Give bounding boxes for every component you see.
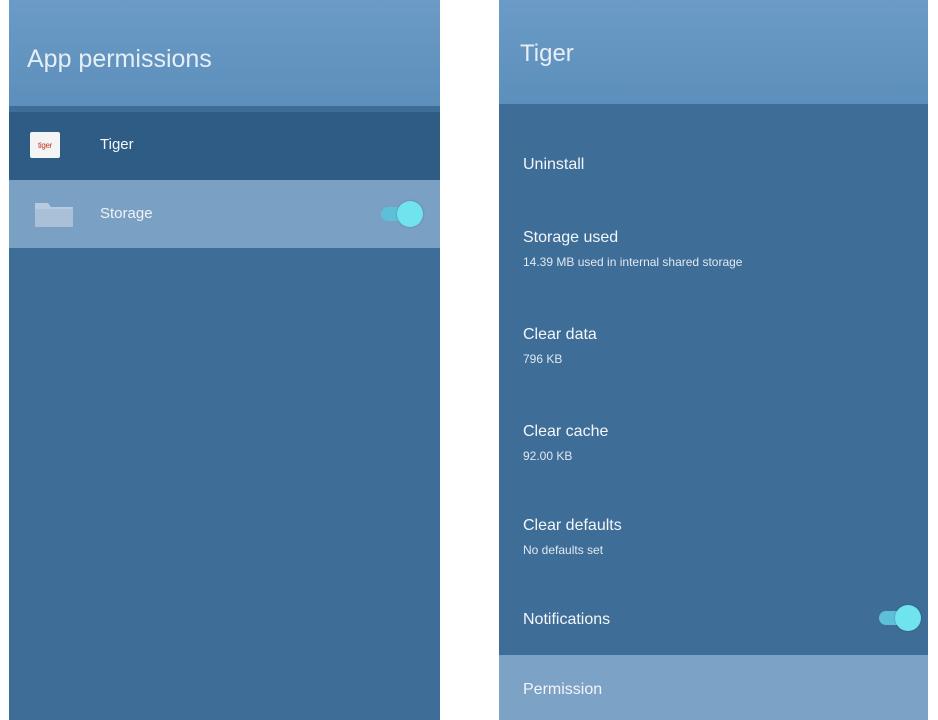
app-info-title: Tiger bbox=[520, 40, 574, 67]
page-title: App permissions bbox=[27, 45, 212, 73]
storage-used-label: Storage used bbox=[523, 229, 619, 246]
clear-cache-item[interactable]: Clear cache 92.00 KB bbox=[523, 423, 928, 463]
app-row-tiger[interactable]: tiger Tiger bbox=[9, 112, 440, 180]
storage-permission-row[interactable]: Storage bbox=[9, 180, 440, 248]
toggle-knob bbox=[397, 201, 423, 227]
tiger-app-icon: tiger bbox=[30, 132, 60, 158]
toggle-knob bbox=[895, 605, 921, 631]
clear-data-label: Clear data bbox=[523, 326, 597, 343]
uninstall-item[interactable]: Uninstall bbox=[523, 156, 928, 174]
clear-defaults-item[interactable]: Clear defaults No defaults set bbox=[523, 517, 928, 557]
clear-data-value: 796 KB bbox=[523, 352, 563, 366]
storage-used-item[interactable]: Storage used 14.39 MB used in internal s… bbox=[523, 229, 928, 269]
storage-toggle[interactable] bbox=[381, 201, 423, 227]
storage-row-label: Storage bbox=[100, 205, 153, 222]
permission-label: Permission bbox=[523, 681, 603, 698]
app-permissions-header: App permissions bbox=[9, 0, 440, 106]
clear-defaults-label: Clear defaults bbox=[523, 517, 622, 534]
app-info-panel: Tiger Uninstall Storage used 14.39 MB us… bbox=[499, 0, 928, 720]
permission-row[interactable]: Permission bbox=[499, 655, 928, 720]
folder-icon bbox=[35, 203, 73, 227]
notifications-toggle[interactable] bbox=[879, 605, 921, 631]
clear-data-item[interactable]: Clear data 796 KB bbox=[523, 326, 928, 366]
clear-cache-label: Clear cache bbox=[523, 423, 609, 440]
notifications-label: Notifications bbox=[523, 611, 611, 628]
app-row-label: Tiger bbox=[100, 136, 134, 153]
clear-cache-value: 92.00 KB bbox=[523, 449, 573, 463]
uninstall-label: Uninstall bbox=[523, 156, 585, 173]
app-permissions-panel: App permissions tiger Tiger Storage bbox=[9, 0, 440, 720]
notifications-item[interactable]: Notifications bbox=[523, 611, 928, 629]
storage-used-value: 14.39 MB used in internal shared storage bbox=[523, 255, 743, 269]
app-info-header: Tiger bbox=[499, 0, 928, 104]
clear-defaults-value: No defaults set bbox=[523, 543, 604, 557]
